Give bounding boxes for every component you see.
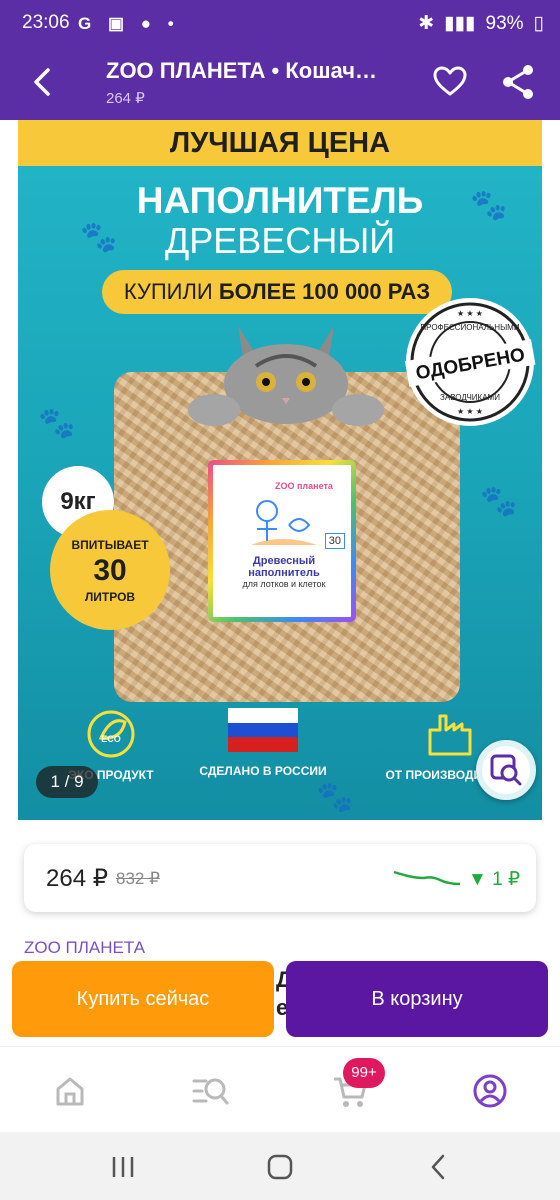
paw-icon: 🐾 xyxy=(470,189,508,222)
package-text: Древесный наполнитель для лотков и клето… xyxy=(219,555,349,589)
absorb-badge: ВПИТЫВАЕТ 30 ЛИТРОВ xyxy=(50,510,170,630)
old-price: 832 ₽ xyxy=(116,869,160,888)
eco-icon-text: ECO xyxy=(101,734,121,744)
app-bar: ZOO ПЛАНЕТА • Кошач… 264 ₽ xyxy=(0,48,560,120)
package-illustration: ZOO планета xyxy=(251,481,334,545)
absorb-bottom: ЛИТРОВ xyxy=(84,590,136,604)
pill-bold: БОЛЕЕ 100 000 РАЗ xyxy=(218,279,431,304)
buy-now-button[interactable]: Купить сейчас xyxy=(12,961,274,1037)
current-price: 264 ₽ xyxy=(46,865,108,892)
seller-name[interactable]: ZOO ПЛАНЕТА xyxy=(24,938,145,958)
home-button-icon[interactable] xyxy=(265,1152,295,1182)
product-headline: НАПОЛНИТЕЛЬ xyxy=(136,180,424,221)
heart-icon[interactable] xyxy=(428,60,472,104)
image-search-icon xyxy=(490,754,522,786)
paw-icon: 🐾 xyxy=(480,485,518,518)
package-volume: 30 xyxy=(324,533,345,549)
factory-icon xyxy=(428,714,472,756)
back-button-icon[interactable] xyxy=(424,1152,454,1182)
profile-icon[interactable] xyxy=(470,1071,510,1111)
price-history-sparkline xyxy=(393,870,461,886)
recent-apps-icon[interactable] xyxy=(108,1152,138,1182)
paw-icon: 🐾 xyxy=(316,781,354,814)
add-to-cart-button[interactable]: В корзину xyxy=(286,961,548,1037)
feature-russia-label: СДЕЛАНО В РОССИИ xyxy=(199,764,327,778)
package-title: Древесный наполнитель xyxy=(248,555,320,579)
absorb-value: 30 xyxy=(93,554,127,587)
battery-level: 93% xyxy=(485,12,524,34)
system-navigation xyxy=(0,1132,560,1200)
back-arrow-icon[interactable] xyxy=(22,60,66,104)
visual-search-button[interactable] xyxy=(476,740,536,800)
seal-bottom-text: ЗАВОДЧИКАМИ xyxy=(440,393,500,402)
svg-text:★ ★ ★: ★ ★ ★ xyxy=(457,309,483,318)
paw-icon: 🐾 xyxy=(80,221,118,254)
price-card[interactable]: 264 ₽ 832 ₽ ▼ 1 ₽ xyxy=(24,844,536,912)
svg-text:★ ★ ★: ★ ★ ★ xyxy=(457,407,483,416)
russia-flag-icon xyxy=(228,708,298,752)
status-time: 23:06 xyxy=(22,12,70,33)
pill-prefix: КУПИЛИ xyxy=(123,279,213,304)
page-subtitle-price: 264 ₽ xyxy=(106,90,145,107)
page-title: ZOO ПЛАНЕТА • Кошач… xyxy=(106,58,378,83)
share-icon[interactable] xyxy=(496,60,540,104)
seal-top-text: ПРОФЕССИОНАЛЬНЫМИ xyxy=(420,323,519,332)
paw-icon: 🐾 xyxy=(38,407,76,440)
absorb-top: ВПИТЫВАЕТ xyxy=(71,538,149,552)
notification-icons: G ▣ ● • xyxy=(78,14,180,33)
eco-leaf-icon: ECO xyxy=(87,710,135,758)
home-icon[interactable] xyxy=(50,1071,90,1111)
svg-text:ZOO планета: ZOO планета xyxy=(275,481,334,491)
cart-badge: 99+ xyxy=(343,1058,385,1088)
price-drop: ▼ 1 ₽ xyxy=(468,868,520,891)
triangle-down-icon: ▼ xyxy=(468,869,487,890)
status-right: ✱ ▮▮▮ 93% ▯ xyxy=(418,12,544,35)
package-subtitle: для лотков и клеток xyxy=(242,579,326,589)
cat-image xyxy=(188,326,384,426)
product-image[interactable]: ЛУЧШАЯ ЦЕНА НАПОЛНИТЕЛЬ ДРЕВЕСНЫЙ КУПИЛИ… xyxy=(18,120,542,820)
signal-icon: ▮▮▮ xyxy=(444,13,476,34)
catalog-search-icon[interactable] xyxy=(190,1071,230,1111)
bluetooth-icon: ✱ xyxy=(418,13,435,34)
feature-russia: СДЕЛАНО В РОССИИ xyxy=(188,708,338,778)
best-price-banner: ЛУЧШАЯ ЦЕНА xyxy=(18,120,542,166)
package-label: ZOO планета 30 Древесный наполнитель для… xyxy=(208,460,356,622)
status-bar: 23:06 G ▣ ● • ✱ ▮▮▮ 93% ▯ xyxy=(0,0,560,48)
app-g-icon: G xyxy=(78,14,98,33)
image-counter: 1 / 9 xyxy=(36,766,98,798)
bottom-navigation xyxy=(0,1046,560,1132)
approved-seal: ПРОФЕССИОНАЛЬНЫМИ ОДОБРЕНО ЗАВОДЧИКАМИ ★… xyxy=(404,298,536,426)
price-drop-value: 1 ₽ xyxy=(492,869,521,890)
battery-icon: ▯ xyxy=(533,13,544,34)
